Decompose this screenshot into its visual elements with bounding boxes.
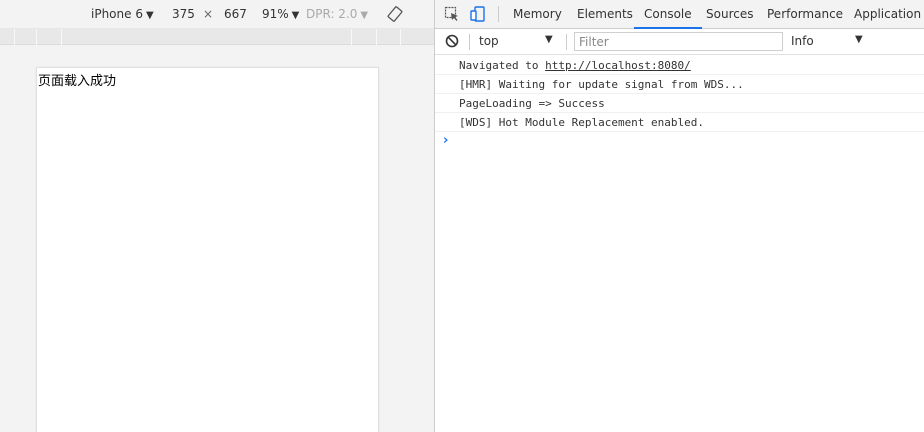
- zoom-select[interactable]: 91% ▼: [262, 7, 299, 23]
- console-message: [WDS] Hot Module Replacement enabled.: [435, 113, 924, 132]
- width-input[interactable]: 375: [172, 7, 195, 21]
- filterbar-separator: [469, 34, 470, 50]
- console-message: Navigated to http://localhost:8080/: [435, 56, 924, 75]
- clear-console-icon[interactable]: [445, 34, 459, 48]
- zoom-value: 91%: [262, 7, 289, 21]
- chevron-down-icon: ▼: [145, 10, 154, 21]
- tab-elements[interactable]: Elements: [577, 0, 633, 29]
- chevron-down-icon: ▼: [360, 10, 369, 21]
- chevron-down-icon[interactable]: ▼: [545, 34, 553, 45]
- device-toolbar: iPhone 6 ▼ 375 × 667 91% ▼ DPR: 2.0 ▼: [0, 0, 434, 29]
- dpr-select[interactable]: DPR: 2.0 ▼: [306, 7, 368, 23]
- console-message: [HMR] Waiting for update signal from WDS…: [435, 75, 924, 94]
- tab-performance[interactable]: Performance: [767, 0, 843, 29]
- media-query-segment[interactable]: [377, 29, 401, 45]
- page-load-message: 页面载入成功: [38, 74, 117, 89]
- device-pane: iPhone 6 ▼ 375 × 667 91% ▼ DPR: 2.0 ▼ 页面载入成…: [0, 0, 434, 432]
- device-toggle-icon[interactable]: [470, 6, 486, 22]
- media-query-segment[interactable]: [15, 29, 37, 45]
- log-level-select[interactable]: Info: [791, 34, 814, 48]
- console-prompt[interactable]: ›: [443, 133, 448, 148]
- height-input[interactable]: 667: [224, 7, 247, 21]
- media-query-segment[interactable]: [0, 29, 15, 45]
- console-filter-input[interactable]: [574, 32, 783, 51]
- devtools-tabbar: Memory Elements Console Sources Performa…: [435, 0, 924, 29]
- tab-sources[interactable]: Sources: [706, 0, 753, 29]
- media-query-segment[interactable]: [62, 29, 352, 45]
- filterbar-separator: [566, 34, 567, 50]
- message-text: Navigated to: [459, 59, 546, 72]
- device-name: iPhone 6: [91, 7, 143, 21]
- emulated-viewport[interactable]: 页面载入成功: [36, 67, 379, 432]
- console-message: PageLoading => Success: [435, 94, 924, 113]
- media-query-segment[interactable]: [352, 29, 377, 45]
- chevron-down-icon: ▼: [291, 10, 300, 21]
- tab-application[interactable]: Application: [854, 0, 921, 29]
- tab-memory[interactable]: Memory: [513, 0, 562, 29]
- tab-console[interactable]: Console: [634, 0, 702, 29]
- media-query-bar[interactable]: [0, 29, 434, 45]
- media-query-segment[interactable]: [37, 29, 62, 45]
- console-filterbar: top ▼ Info ▼: [435, 29, 924, 55]
- console-messages: Navigated to http://localhost:8080/ [HMR…: [435, 56, 924, 132]
- dpr-value: DPR: 2.0: [306, 7, 358, 21]
- rotate-icon[interactable]: [387, 6, 403, 22]
- toolbar-separator: [498, 6, 499, 22]
- chevron-down-icon[interactable]: ▼: [855, 34, 863, 45]
- device-select[interactable]: iPhone 6 ▼: [91, 7, 154, 23]
- inspect-icon[interactable]: [444, 6, 460, 22]
- context-select[interactable]: top: [479, 34, 499, 48]
- devtools-panel: Memory Elements Console Sources Performa…: [435, 0, 924, 432]
- dimension-separator: ×: [203, 7, 214, 21]
- navigated-url-link[interactable]: http://localhost:8080/: [545, 59, 691, 72]
